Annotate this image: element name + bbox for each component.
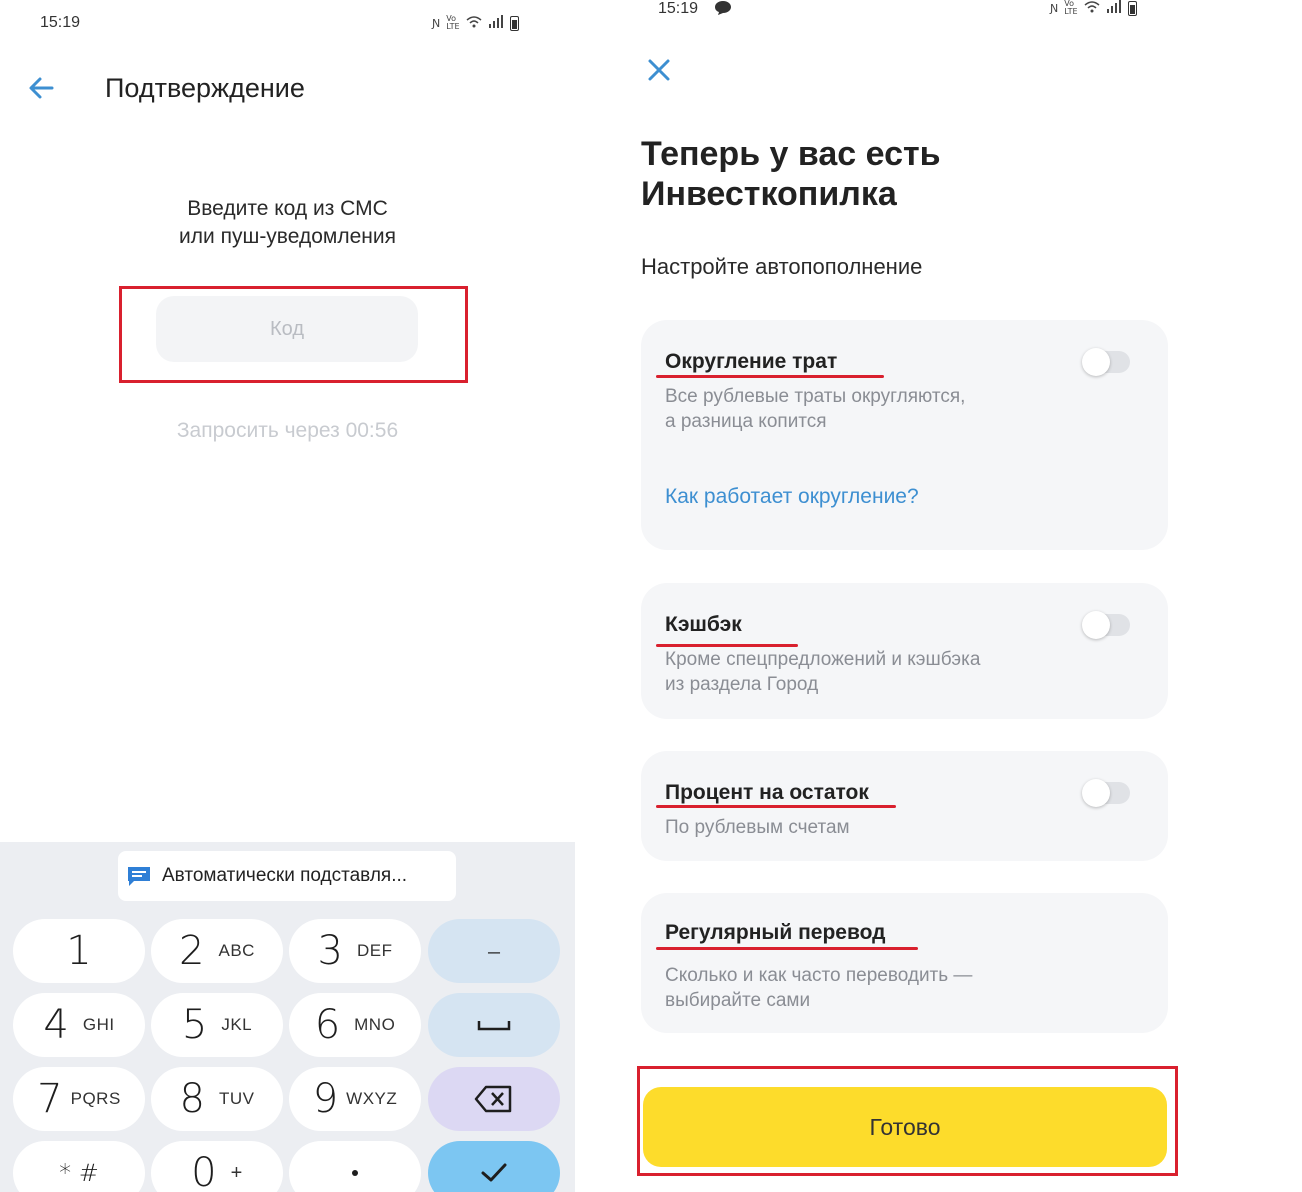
backspace-icon [474, 1085, 512, 1113]
key-digit: 4 [43, 1002, 69, 1048]
key-4[interactable]: 4 GHI [13, 993, 145, 1057]
key-letters: GHI [82, 1015, 115, 1034]
investkopilka-setup-screen: 15:19 Ɲ Vo LTE Теперь у вас есть Инвестко… [590, 0, 1302, 1192]
card-title: Регулярный перевод [665, 921, 886, 944]
resend-timer: Запросить через 00:56 [176, 419, 399, 442]
card-title: Процент на остаток [665, 781, 869, 804]
card-description-line1: Все рублевые траты округляются, [665, 386, 966, 407]
numeric-keyboard: Автоматически подставля... 1 2 ABC 3 DEF –… [0, 842, 575, 1192]
key-6[interactable]: 6 MNO [289, 993, 421, 1057]
key-3[interactable]: 3 DEF [289, 919, 421, 983]
status-icons: Ɲ Vo LTE [1050, 0, 1137, 16]
annotation-underline [656, 644, 798, 647]
key-letters: TUV [218, 1089, 255, 1108]
card-description-line1: По рублевым счетам [665, 817, 850, 838]
key-5[interactable]: 5 JKL [151, 993, 283, 1057]
sms-prompt-line2: или пуш-уведомления [179, 225, 396, 248]
battery-icon [1127, 0, 1137, 16]
toggle-cashback[interactable] [1082, 611, 1130, 639]
done-button-highlight-frame [637, 1066, 1178, 1176]
card-description-line2: а разница копится [665, 411, 827, 432]
key-9[interactable]: 9 WXYZ [289, 1067, 421, 1131]
page-title: Подтверждение [105, 73, 305, 103]
toggle-rounding[interactable] [1082, 348, 1130, 376]
key-letters: JKL [221, 1015, 253, 1034]
annotation-underline [656, 947, 918, 950]
toggle-interest[interactable] [1082, 779, 1130, 807]
key-digit: 0 [191, 1150, 217, 1192]
key-letters: + [230, 1161, 243, 1184]
section-subtitle: Настройте автопополнение [641, 254, 923, 279]
message-icon [128, 867, 150, 886]
nfc-icon: Ɲ [1050, 1, 1059, 15]
key-letters: PQRS [70, 1089, 121, 1108]
key-digit: 7 [37, 1076, 63, 1122]
key-digit: * # [59, 1159, 99, 1187]
wifi-icon [466, 15, 482, 31]
rounding-help-link[interactable]: Как работает округление? [665, 485, 919, 509]
key-2[interactable]: 2 ABC [151, 919, 283, 983]
sms-confirmation-screen: 15:19 Ɲ Vo LTE Подтверждение Введите код … [0, 0, 575, 1192]
signal-icon [488, 15, 504, 31]
status-time: 15:19 [658, 0, 699, 17]
key-digit: 9 [312, 1076, 339, 1122]
space-icon [477, 1021, 511, 1031]
card-description-line2: выбирайте сами [665, 990, 811, 1011]
card-regular-transfer[interactable]: Регулярный перевод Сколько и как часто п… [641, 893, 1168, 1033]
annotation-underline [656, 805, 896, 808]
page-title-line2: Инвесткопилка [641, 175, 897, 213]
key-7[interactable]: 7 PQRS [13, 1067, 145, 1131]
status-icons: Ɲ Vo LTE [432, 15, 519, 31]
key-dot[interactable] [289, 1141, 421, 1192]
key-digit: 6 [314, 1002, 341, 1048]
card-description-line1: Кроме спецпредложений и кэшбэка [665, 649, 981, 670]
key-8[interactable]: 8 TUV [151, 1067, 283, 1131]
card-cashback: Кэшбэк Кроме спецпредложений и кэшбэка и… [641, 583, 1168, 719]
card-description-line1: Сколько и как часто переводить — [665, 965, 973, 986]
close-icon[interactable] [646, 57, 672, 83]
key-space[interactable] [428, 993, 560, 1057]
key-backspace[interactable] [428, 1067, 560, 1131]
nfc-icon: Ɲ [432, 16, 441, 30]
page-title-line1: Теперь у вас есть [641, 135, 941, 173]
battery-icon [509, 15, 519, 31]
key-star-hash[interactable]: * # [13, 1141, 145, 1192]
autofill-suggestion-label: Автоматически подставля... [162, 865, 408, 886]
card-description-line2: из раздела Город [665, 674, 819, 695]
dot-icon [352, 1170, 358, 1176]
key-digit: 5 [181, 1002, 208, 1048]
card-title: Кэшбэк [665, 613, 742, 636]
card-title: Округление трат [665, 350, 838, 373]
card-rounding: Округление трат Все рублевые траты округ… [641, 320, 1168, 550]
key-digit: 3 [317, 928, 343, 974]
annotation-underline [656, 375, 884, 378]
key-1[interactable]: 1 [13, 919, 145, 983]
volte-icon: Vo LTE [446, 14, 460, 31]
key-letters: WXYZ [346, 1089, 398, 1108]
key-minus[interactable]: – [428, 919, 560, 983]
key-digit: 8 [179, 1076, 205, 1122]
key-letters: ABC [218, 941, 255, 960]
autofill-suggestion[interactable]: Автоматически подставля... [118, 851, 456, 901]
status-time: 15:19 [40, 14, 81, 31]
minus-icon: – [486, 933, 502, 969]
key-0[interactable]: 0 + [151, 1141, 283, 1192]
sms-prompt-line1: Введите код из СМС [187, 197, 388, 220]
key-letters: MNO [354, 1015, 396, 1034]
back-arrow-icon[interactable] [26, 72, 58, 104]
key-digit: 2 [179, 928, 205, 974]
volte-icon: Vo LTE [1064, 0, 1078, 16]
key-letters: DEF [356, 941, 393, 960]
chat-notification-icon [715, 1, 731, 15]
code-field-highlight-frame [119, 286, 468, 383]
signal-icon [1106, 0, 1122, 16]
key-confirm[interactable] [428, 1141, 560, 1192]
wifi-icon [1084, 0, 1100, 16]
page-title: Теперь у вас есть Инвесткопилка [641, 134, 1201, 214]
checkmark-icon [481, 1163, 507, 1182]
key-digit: 1 [66, 928, 92, 974]
